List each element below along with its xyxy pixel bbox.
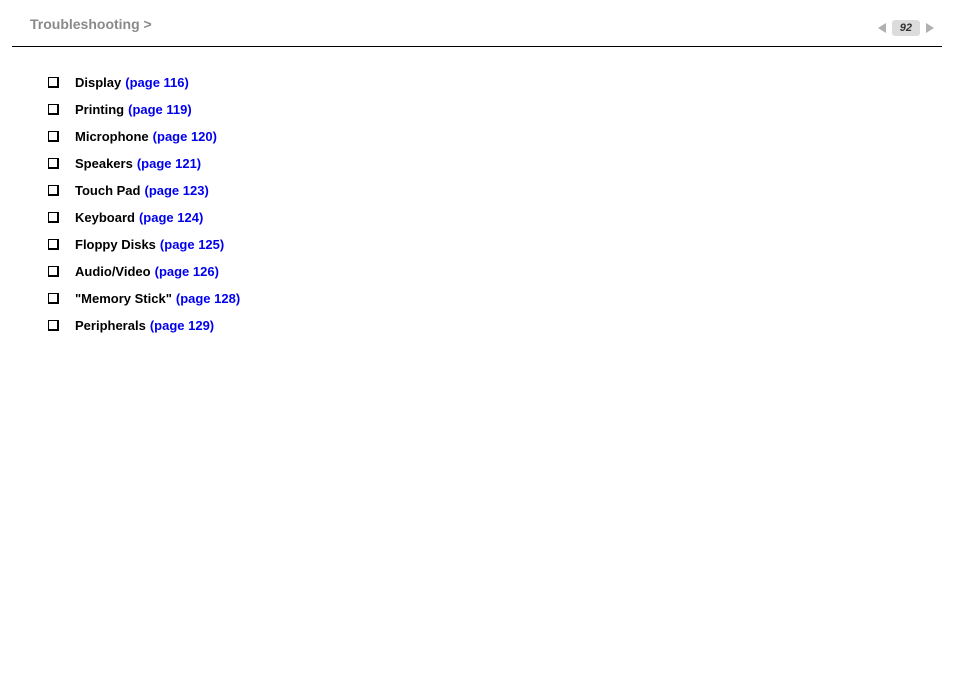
list-item: Microphone (page 120)	[48, 129, 954, 144]
page-link[interactable]: (page 123)	[144, 183, 208, 198]
header: Troubleshooting >	[0, 0, 954, 42]
item-label: Microphone	[75, 129, 149, 144]
bullet-box-icon	[48, 131, 59, 142]
item-label: Keyboard	[75, 210, 135, 225]
list-item: Display (page 116)	[48, 75, 954, 90]
bullet-box-icon	[48, 104, 59, 115]
item-label: Speakers	[75, 156, 133, 171]
list-item: Audio/Video (page 126)	[48, 264, 954, 279]
list-item: Keyboard (page 124)	[48, 210, 954, 225]
breadcrumb: Troubleshooting >	[30, 16, 152, 32]
page-link[interactable]: (page 128)	[176, 291, 240, 306]
item-label: Printing	[75, 102, 124, 117]
page-prev-icon[interactable]	[878, 23, 886, 33]
bullet-box-icon	[48, 212, 59, 223]
item-label: Audio/Video	[75, 264, 151, 279]
page-link[interactable]: (page 126)	[155, 264, 219, 279]
page-number: 92	[892, 20, 920, 36]
page-link[interactable]: (page 119)	[128, 102, 192, 117]
page-link[interactable]: (page 116)	[125, 75, 189, 90]
list-item: Touch Pad (page 123)	[48, 183, 954, 198]
page-next-icon[interactable]	[926, 23, 934, 33]
list-item: Printing (page 119)	[48, 102, 954, 117]
item-label: Touch Pad	[75, 183, 140, 198]
page-indicator: 92	[878, 20, 934, 36]
page-link[interactable]: (page 124)	[139, 210, 203, 225]
bullet-box-icon	[48, 320, 59, 331]
troubleshooting-list: Display (page 116) Printing (page 119) M…	[48, 75, 954, 333]
content: Display (page 116) Printing (page 119) M…	[0, 47, 954, 333]
bullet-box-icon	[48, 77, 59, 88]
item-label: "Memory Stick"	[75, 291, 172, 306]
page-link[interactable]: (page 121)	[137, 156, 201, 171]
item-label: Peripherals	[75, 318, 146, 333]
bullet-box-icon	[48, 266, 59, 277]
page-link[interactable]: (page 129)	[150, 318, 214, 333]
bullet-box-icon	[48, 158, 59, 169]
page-link[interactable]: (page 120)	[153, 129, 217, 144]
page-link[interactable]: (page 125)	[160, 237, 224, 252]
list-item: "Memory Stick" (page 128)	[48, 291, 954, 306]
item-label: Floppy Disks	[75, 237, 156, 252]
bullet-box-icon	[48, 293, 59, 304]
list-item: Peripherals (page 129)	[48, 318, 954, 333]
list-item: Floppy Disks (page 125)	[48, 237, 954, 252]
list-item: Speakers (page 121)	[48, 156, 954, 171]
bullet-box-icon	[48, 185, 59, 196]
item-label: Display	[75, 75, 121, 90]
bullet-box-icon	[48, 239, 59, 250]
